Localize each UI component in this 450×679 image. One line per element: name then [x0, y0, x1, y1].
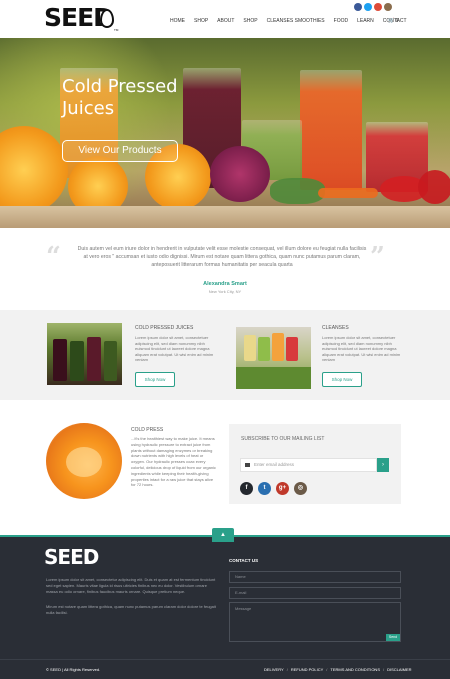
- footer-links: DELIVERY / REFUND POLICY / TERMS AND CON…: [264, 667, 412, 672]
- nav-home[interactable]: HOME: [170, 18, 185, 25]
- header-social-links: [354, 3, 392, 11]
- open-quote-icon: “: [46, 242, 61, 272]
- subscribe-button[interactable]: ›: [377, 458, 389, 472]
- cart-count: 0: [395, 18, 399, 24]
- footer-link-delivery[interactable]: DELIVERY: [264, 667, 284, 672]
- contact-message-field[interactable]: Message: [229, 602, 401, 642]
- contact-title: CONTACT US: [229, 558, 259, 563]
- hero-beet: [210, 146, 270, 202]
- nav-learn[interactable]: LEARN: [357, 18, 374, 25]
- cold-press-text: ...It's the healthiest way to make juice…: [131, 436, 216, 488]
- product-description: Lorem ipsum dolor sit amet, consectetuer…: [135, 335, 214, 363]
- cart-icon: 🛒: [388, 18, 395, 24]
- cold-press-image: [46, 423, 122, 499]
- hero-cucumber: [270, 178, 325, 204]
- nav-shop[interactable]: SHOP: [194, 18, 208, 25]
- send-button[interactable]: Send: [386, 634, 400, 641]
- footer-link-disclaimer[interactable]: DISCLAIMER: [387, 667, 411, 672]
- scroll-to-top-button[interactable]: ▲: [212, 528, 234, 542]
- footer-link-terms[interactable]: TERMS AND CONDITIONS: [330, 667, 380, 672]
- footer-paragraph: Mirum est notare quam littera gothica, q…: [46, 604, 216, 615]
- footer-divider: [0, 659, 450, 660]
- nav-about[interactable]: ABOUT: [217, 18, 234, 25]
- main-nav: HOME SHOP ABOUT SHOP CLEANSES SMOOTHIES …: [170, 18, 416, 25]
- close-quote-icon: ”: [370, 242, 385, 272]
- products-section: COLD PRESSED JUICES Lorem ipsum dolor si…: [0, 310, 450, 400]
- facebook-icon[interactable]: [354, 3, 362, 11]
- shop-now-button[interactable]: Shop Now: [322, 372, 362, 387]
- cold-pressed-juices-image[interactable]: [47, 323, 122, 385]
- footer-link-separator: /: [326, 667, 328, 672]
- twitter-icon[interactable]: [364, 3, 372, 11]
- testimonial-location: New York City, NY: [208, 289, 242, 294]
- logo-drop-icon: [100, 9, 114, 28]
- footer-link-refund-policy[interactable]: REFUND POLICY: [291, 667, 323, 672]
- google-plus-icon[interactable]: [374, 3, 382, 11]
- product-title: CLEANSES: [322, 325, 349, 331]
- footer-paragraph: Lorem ipsum dolor sit amet, consectetur …: [46, 577, 216, 594]
- cart-button[interactable]: 🛒 0: [388, 18, 398, 24]
- product-description: Lorem ipsum dolor sit amet, consectetuer…: [322, 335, 401, 363]
- contact-name-field[interactable]: Name: [229, 571, 401, 583]
- testimonial-author: Alexandra Smart: [203, 281, 247, 287]
- footer-link-separator: /: [382, 667, 385, 672]
- email-field[interactable]: Enter email address: [240, 458, 377, 472]
- hero-title: Cold Pressed Juices: [62, 76, 178, 119]
- instagram-icon[interactable]: [384, 3, 392, 11]
- product-title: COLD PRESSED JUICES: [135, 325, 194, 331]
- hero-tomatoes: [418, 170, 450, 204]
- footer-logo-drop-icon: [87, 550, 96, 563]
- mailing-list-title: SUBSCRIBE TO OUR MAILING LIST: [241, 436, 325, 442]
- nav-shop-2[interactable]: SHOP: [243, 18, 257, 25]
- footer-link-separator: /: [286, 667, 288, 672]
- hero-carrots: [318, 188, 378, 198]
- email-placeholder: Enter email address: [254, 462, 295, 467]
- nav-cleanses-smoothies[interactable]: CLEANSES SMOOTHIES: [267, 18, 325, 25]
- envelope-icon: [245, 463, 250, 467]
- facebook-icon[interactable]: f: [240, 482, 253, 495]
- contact-email-field[interactable]: E-mail: [229, 587, 401, 599]
- mailing-social-links: f t g+ ◎: [240, 482, 307, 495]
- hero-table: [0, 206, 450, 228]
- google-plus-icon[interactable]: g+: [276, 482, 289, 495]
- cold-press-title: COLD PRESS: [131, 427, 164, 433]
- copyright-text: © SEED | All Rights Reserved.: [46, 667, 101, 672]
- site-header: SEED TM HOME SHOP ABOUT SHOP CLEANSES SM…: [0, 0, 450, 38]
- testimonial-text: Duis autem vel eum iriure dolor in hendr…: [77, 246, 367, 268]
- nav-food[interactable]: FOOD: [334, 18, 348, 25]
- logo-trademark: TM: [114, 28, 119, 32]
- view-products-button[interactable]: View Our Products: [62, 140, 178, 162]
- cleanses-image[interactable]: [236, 327, 311, 389]
- instagram-icon[interactable]: ◎: [294, 482, 307, 495]
- twitter-icon[interactable]: t: [258, 482, 271, 495]
- hero-juice-glass: [300, 70, 362, 190]
- shop-now-button[interactable]: Shop Now: [135, 372, 175, 387]
- testimonial-section: “ ” Duis autem vel eum iriure dolor in h…: [0, 228, 450, 310]
- mailing-list-box: SUBSCRIBE TO OUR MAILING LIST Enter emai…: [229, 424, 401, 504]
- hero-banner: Cold Pressed Juices View Our Products: [0, 38, 450, 228]
